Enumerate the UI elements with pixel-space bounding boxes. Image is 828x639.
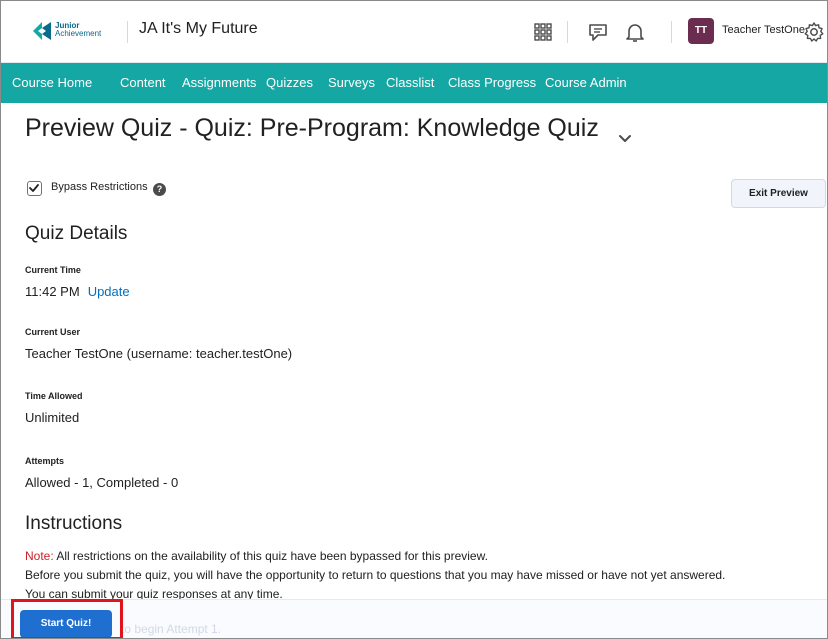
header-divider [567,21,568,43]
nav-content[interactable]: Content [120,75,166,90]
instructions-note: Note: All restrictions on the availabili… [25,549,488,563]
user-name[interactable]: Teacher TestOne [722,24,805,36]
nav-surveys[interactable]: Surveys [328,75,375,90]
nav-course-admin[interactable]: Course Admin [545,75,627,90]
header-divider [671,21,672,43]
app-window: Junior Achievement JA It's My Future TT … [0,0,828,639]
logo-line-2: Achievement [55,29,102,38]
message-icon[interactable] [586,20,610,44]
current-time-value: 11:42 PM [25,284,80,299]
attempts-value: Allowed - 1, Completed - 0 [25,475,179,490]
bell-icon[interactable] [623,20,647,44]
help-icon[interactable]: ? [153,183,166,196]
current-time-label: Current Time [25,265,81,275]
instructions-line-2: Before you submit the quiz, you will hav… [25,568,726,582]
attempt-hint: to begin Attempt 1. [121,622,222,636]
current-user-value: Teacher TestOne (username: teacher.testO… [25,346,293,361]
ja-logo-icon [33,22,51,40]
course-navbar: Course Home Content Assignments Quizzes … [1,63,827,103]
highlight-annotation [11,599,123,638]
update-time-link[interactable]: Update [88,284,130,299]
checkmark-icon [29,184,39,192]
time-allowed-label: Time Allowed [25,391,83,401]
attempts-label: Attempts [25,456,65,466]
current-user-label: Current User [25,327,81,337]
instructions-heading: Instructions [25,513,123,534]
gear-icon[interactable] [802,20,826,44]
bypass-restrictions-checkbox[interactable] [27,181,42,196]
nav-class-progress[interactable]: Class Progress [448,75,536,90]
time-allowed-value: Unlimited [25,410,80,425]
current-time-row: 11:42 PM Update [25,284,130,299]
exit-preview-button[interactable]: Exit Preview [731,179,826,208]
apps-grid-icon[interactable] [531,20,555,44]
page-title: Preview Quiz - Quiz: Pre-Program: Knowle… [25,114,599,142]
nav-assignments[interactable]: Assignments [182,75,256,90]
header-divider [127,21,128,43]
nav-quizzes[interactable]: Quizzes [266,75,313,90]
chevron-down-icon[interactable] [618,132,632,144]
nav-course-home[interactable]: Course Home [12,75,92,90]
junior-achievement-logo[interactable]: Junior Achievement [33,21,123,43]
nav-classlist[interactable]: Classlist [386,75,434,90]
bypass-restrictions-label[interactable]: Bypass Restrictions [51,181,148,193]
quiz-details-heading: Quiz Details [25,223,128,244]
avatar[interactable]: TT [688,18,714,44]
note-text: All restrictions on the availability of … [53,549,488,563]
note-label: Note: [25,549,54,563]
top-header: Junior Achievement JA It's My Future TT … [1,1,827,63]
org-title[interactable]: JA It's My Future [139,20,258,38]
